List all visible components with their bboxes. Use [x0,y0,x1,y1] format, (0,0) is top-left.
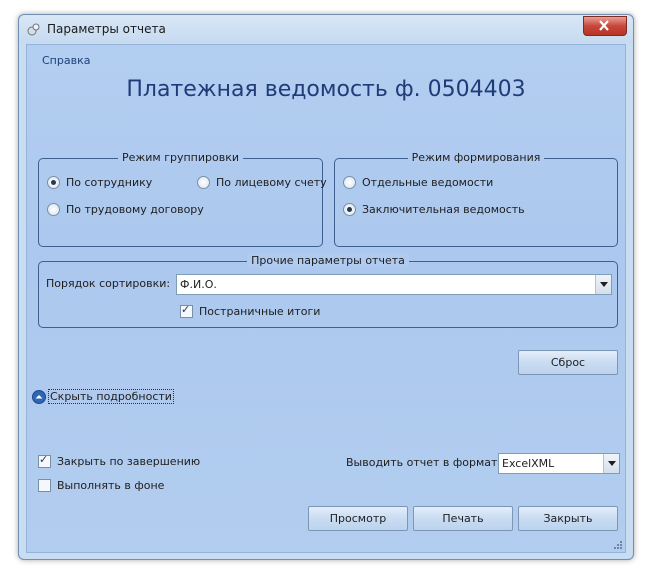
checkbox-label: Закрыть по завершению [57,455,201,468]
other-caption: Прочие параметры отчета [247,254,409,267]
radio-label: По сотруднику [66,176,153,189]
close-on-finish-checkbox[interactable]: Закрыть по завершению [38,453,201,468]
checkbox-label: Выполнять в фоне [57,479,165,492]
collapse-up-icon[interactable] [32,389,46,404]
radio-button[interactable] [197,176,210,189]
close-window-button[interactable] [583,16,627,36]
output-format-label: Выводить отчет в формате [346,456,505,469]
radio-button-selected[interactable] [47,176,60,189]
window-title: Параметры отчета [47,22,166,36]
menu-help[interactable]: Справка [42,54,90,67]
checkbox-checked[interactable] [38,453,51,468]
title-bar[interactable]: Параметры отчета [19,15,633,43]
close-button[interactable]: Закрыть [518,506,618,531]
chevron-down-icon[interactable] [603,454,619,473]
chevron-down-icon[interactable] [595,275,611,294]
app-icon [27,23,40,36]
radio-button[interactable] [343,176,356,189]
hide-details-label[interactable]: Скрыть подробности [48,389,174,404]
sort-order-label: Порядок сортировки: [46,277,171,290]
output-format-select[interactable]: ExcelXML [498,453,620,474]
preview-button[interactable]: Просмотр [308,506,408,531]
dialog-body: Справка Платежная ведомость ф. 0504403 Р… [26,44,626,553]
radio-by-employee[interactable]: По сотруднику [47,176,152,189]
forming-caption: Режим формирования [407,151,545,164]
radio-button[interactable] [47,203,60,216]
page-totals-checkbox[interactable]: Постраничные итоги [180,303,321,318]
report-title: Платежная ведомость ф. 0504403 [126,77,526,102]
grouping-caption: Режим группировки [117,151,244,164]
radio-separate[interactable]: Отдельные ведомости [343,176,493,189]
radio-label: По лицевому счету [216,176,327,189]
radio-final[interactable]: Заключительная ведомость [343,203,525,216]
print-button[interactable]: Печать [413,506,513,531]
radio-label: Заключительная ведомость [362,203,525,216]
sort-order-value: Ф.И.О. [180,278,217,291]
radio-by-contract[interactable]: По трудовому договору [47,203,204,216]
resize-grip-icon[interactable] [612,539,622,549]
reset-button[interactable]: Сброс [518,350,618,375]
checkbox[interactable] [38,479,51,492]
checkbox-checked[interactable] [180,303,193,318]
other-params-group: Прочие параметры отчета Порядок сортиров… [38,254,618,328]
checkbox-label: Постраничные итоги [199,305,321,318]
radio-label: По трудовому договору [66,203,204,216]
report-params-window: Параметры отчета Справка Платежная ведом… [18,14,634,560]
hide-details-toggle[interactable]: Скрыть подробности [32,389,174,404]
radio-by-account[interactable]: По лицевому счету [197,176,327,189]
grouping-mode-group: Режим группировки По сотруднику По лицев… [38,151,327,247]
forming-mode-group: Режим формирования Отдельные ведомости З… [334,151,618,247]
output-format-value: ExcelXML [502,457,555,470]
run-background-checkbox[interactable]: Выполнять в фоне [38,479,164,492]
radio-button-selected[interactable] [343,203,356,216]
sort-order-select[interactable]: Ф.И.О. [176,274,612,295]
close-icon [599,20,609,31]
radio-label: Отдельные ведомости [362,176,494,189]
